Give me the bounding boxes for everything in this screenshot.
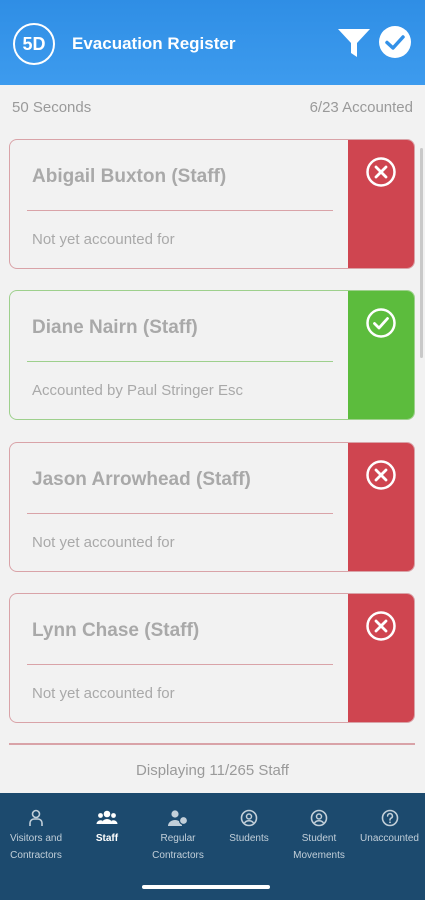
filter-icon (338, 29, 370, 57)
nav-label: Contractors (152, 850, 204, 861)
person-card[interactable]: Diane Nairn (Staff) Accounted by Paul St… (9, 290, 415, 420)
card-divider (27, 361, 333, 362)
nav-label: Students (229, 833, 269, 844)
student-icon (240, 809, 258, 827)
card-divider (27, 664, 333, 665)
nav-label: Regular (160, 833, 196, 844)
person-card[interactable]: Abigail Buxton (Staff) Not yet accounted… (9, 139, 415, 269)
person-icon (29, 809, 43, 826)
nav-visitors-and-contractors[interactable]: Visitors and Contractors (0, 793, 72, 873)
person-status: Not yet accounted for (32, 685, 175, 702)
confirm-button[interactable] (379, 26, 411, 58)
person-status: Not yet accounted for (32, 534, 175, 551)
next-card-edge (9, 743, 415, 745)
app-header: 5D Evacuation Register (0, 0, 425, 85)
info-row: 50 Seconds 6/23 Accounted (12, 99, 413, 116)
group-icon (96, 810, 118, 824)
person-status: Not yet accounted for (32, 231, 175, 248)
bottom-nav: Visitors and Contractors Staff Regular C… (0, 793, 425, 900)
movement-icon (310, 809, 328, 827)
accounted-count: 6/23 Accounted (309, 99, 413, 116)
person-status: Accounted by Paul Stringer Esc (32, 382, 243, 399)
person-name: Jason Arrowhead (Staff) (32, 469, 251, 490)
card-divider (27, 513, 333, 514)
filter-button[interactable] (336, 26, 372, 60)
status-toggle[interactable] (348, 291, 414, 419)
person-name: Abigail Buxton (Staff) (32, 166, 227, 187)
nav-regular-contractors[interactable]: Regular Contractors (142, 793, 214, 873)
nav-label: Unaccounted (360, 833, 419, 844)
cross-circle-icon (366, 157, 396, 187)
person-card[interactable]: Jason Arrowhead (Staff) Not yet accounte… (9, 442, 415, 572)
person-name: Diane Nairn (Staff) (32, 317, 198, 338)
question-icon (381, 809, 398, 827)
nav-student-movements[interactable]: Student Movements (284, 793, 354, 873)
app-logo: 5D (13, 23, 55, 65)
nav-label: Staff (95, 833, 119, 844)
card-divider (27, 210, 333, 211)
page-title: Evacuation Register (72, 34, 236, 53)
person-name: Lynn Chase (Staff) (32, 620, 200, 641)
cross-circle-icon (366, 460, 396, 490)
nav-label: Movements (293, 850, 345, 861)
cross-circle-icon (366, 611, 396, 641)
status-toggle[interactable] (348, 443, 414, 571)
nav-label: Visitors and (9, 833, 63, 844)
person-card[interactable]: Lynn Chase (Staff) Not yet accounted for (9, 593, 415, 723)
nav-unaccounted[interactable]: Unaccounted (354, 793, 425, 873)
timer-text: 50 Seconds (12, 99, 92, 116)
nav-label: Contractors (10, 850, 62, 861)
displaying-count: Displaying 11/265 Staff (136, 762, 289, 779)
home-indicator (142, 885, 270, 889)
nav-label: Student (301, 833, 337, 844)
check-icon (385, 35, 405, 50)
status-toggle[interactable] (348, 594, 414, 722)
contractor-icon (168, 810, 189, 826)
nav-staff[interactable]: Staff (72, 793, 142, 873)
nav-students[interactable]: Students (214, 793, 284, 873)
scrollbar[interactable] (420, 148, 423, 358)
status-toggle[interactable] (348, 140, 414, 268)
check-circle-icon (366, 308, 396, 338)
